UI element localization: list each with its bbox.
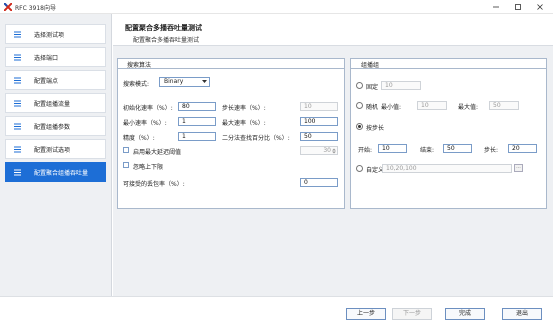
sidebar: 选择测试项 选择端口 配置端点 配置组播流量 配置组播参数 配置测试选项 配置聚… <box>0 14 112 296</box>
close-button[interactable] <box>529 0 551 14</box>
max-rate-label: 最大速率（%）: <box>222 120 266 127</box>
fixed-radio[interactable] <box>356 82 363 89</box>
max-rate-input[interactable]: 100 <box>300 117 338 126</box>
sidebar-item-multicast-traffic[interactable]: 配置组播流量 <box>5 93 106 113</box>
list-icon <box>14 169 21 176</box>
random-min-label: 最小值: <box>381 104 402 111</box>
sidebar-item-test-options[interactable]: 配置测试选项 <box>5 139 106 159</box>
random-min-input[interactable]: 10 <box>417 101 447 110</box>
page-subtitle: 配置聚合多播吞吐量测试 <box>133 37 200 44</box>
prev-button[interactable]: 上一步 <box>346 308 386 320</box>
binary-ratio-input[interactable]: 50 <box>300 132 338 141</box>
list-icon <box>14 54 21 61</box>
panel-header: 组播组 <box>351 59 546 69</box>
next-button[interactable]: 下一步 <box>392 308 432 320</box>
page-header: 配置聚合多播吞吐量测试 配置聚合多播吞吐量测试 <box>113 14 553 46</box>
sidebar-item-label: 配置组播流量 <box>34 101 71 108</box>
list-icon <box>14 100 21 107</box>
maximize-icon <box>515 4 521 10</box>
exit-button[interactable]: 退出 <box>502 308 542 320</box>
search-mode-label: 搜索模式: <box>123 81 150 88</box>
random-max-label: 最大值: <box>458 104 479 111</box>
binary-ratio-label: 二分法查找百分比（%）: <box>222 135 290 142</box>
panel-header: 搜索算法 <box>118 59 344 69</box>
title-bar: RFC 3918向导 <box>0 0 553 14</box>
step-size-input[interactable]: 20 <box>508 144 537 153</box>
sidebar-item-label: 配置端点 <box>34 78 59 85</box>
max-delay-value: 30 <box>323 147 331 154</box>
close-icon <box>537 4 543 10</box>
step-rate-input[interactable]: 10 <box>300 102 338 111</box>
search-mode-select[interactable]: Binary <box>159 77 210 87</box>
fixed-label: 固定 <box>366 84 379 91</box>
list-icon <box>14 123 21 130</box>
page-title: 配置聚合多播吞吐量测试 <box>125 24 202 32</box>
end-input[interactable]: 50 <box>443 144 472 153</box>
list-icon <box>14 146 21 153</box>
maximize-button[interactable] <box>507 0 529 14</box>
random-label: 随机 <box>366 104 379 111</box>
acceptable-loss-label: 可接受的丢包率（%）: <box>123 181 185 188</box>
list-icon <box>14 77 21 84</box>
sidebar-item-endpoints[interactable]: 配置端点 <box>5 70 106 90</box>
finish-button[interactable]: 完成 <box>445 308 485 320</box>
custom-input[interactable]: 10,20,100 <box>382 164 512 173</box>
precision-label: 精度（%）: <box>123 135 155 142</box>
random-radio[interactable] <box>356 102 363 109</box>
sidebar-item-select-port[interactable]: 选择端口 <box>5 47 106 67</box>
start-input[interactable]: 10 <box>378 144 407 153</box>
sidebar-item-select-test[interactable]: 选择测试项 <box>5 24 106 44</box>
window-title: RFC 3918向导 <box>15 5 56 12</box>
sidebar-item-label: 配置组播参数 <box>34 124 71 131</box>
main-content: 配置聚合多播吞吐量测试 配置聚合多播吞吐量测试 搜索算法 搜索模式: Binar… <box>113 14 553 296</box>
app-logo-icon <box>4 3 12 11</box>
random-max-input[interactable]: 50 <box>489 101 519 110</box>
panel-heading: 搜索算法 <box>127 62 152 69</box>
minimize-icon <box>493 6 499 8</box>
sidebar-item-label: 选择端口 <box>34 55 59 62</box>
precision-input[interactable]: 1 <box>178 132 216 141</box>
sidebar-item-label: 配置测试选项 <box>34 147 71 154</box>
custom-radio[interactable] <box>356 165 363 172</box>
start-label: 开始: <box>358 147 373 154</box>
end-label: 结束: <box>420 147 435 154</box>
step-size-label: 步长: <box>484 147 499 154</box>
minimize-button[interactable] <box>485 0 507 14</box>
ignore-bounds-checkbox[interactable] <box>123 162 129 168</box>
init-rate-label: 初始化速率（%）: <box>123 105 173 112</box>
step-label: 按步长 <box>366 125 385 132</box>
list-icon <box>14 31 21 38</box>
use-max-delay-checkbox[interactable] <box>123 147 129 153</box>
search-mode-value: Binary <box>164 78 184 85</box>
browse-button[interactable]: ... <box>514 164 523 172</box>
use-max-delay-label: 启用最大延迟阈值 <box>133 149 182 156</box>
ignore-bounds-label: 忽略上下限 <box>133 164 164 171</box>
init-rate-input[interactable]: 80 <box>178 102 216 111</box>
spin-arrows-icon <box>332 148 336 154</box>
sidebar-item-aggregate-throughput[interactable]: 配置聚合组播吞吐量 <box>5 162 106 182</box>
step-radio[interactable] <box>356 123 363 130</box>
sidebar-item-label: 选择测试项 <box>34 32 65 39</box>
min-rate-label: 最小速率（%）: <box>123 120 167 127</box>
search-algorithm-panel: 搜索算法 搜索模式: Binary 初始化速率（%）: 80 步长速率（%）: … <box>117 58 345 209</box>
sidebar-item-label: 配置聚合组播吞吐量 <box>34 170 89 177</box>
min-rate-input[interactable]: 1 <box>178 117 216 126</box>
step-rate-label: 步长速率（%）: <box>222 105 266 112</box>
max-delay-spinbox[interactable]: 30 <box>300 146 338 155</box>
acceptable-loss-input[interactable]: 0 <box>300 178 338 187</box>
chevron-down-icon <box>202 80 207 83</box>
panel-heading: 组播组 <box>361 62 380 69</box>
fixed-input[interactable]: 10 <box>381 81 421 90</box>
sidebar-item-multicast-params[interactable]: 配置组播参数 <box>5 116 106 136</box>
footer: 上一步 下一步 完成 退出 <box>0 296 553 326</box>
multicast-group-panel: 组播组 固定 10 随机 最小值: 10 最大值: 50 按步长 开始: 10 … <box>350 58 547 209</box>
